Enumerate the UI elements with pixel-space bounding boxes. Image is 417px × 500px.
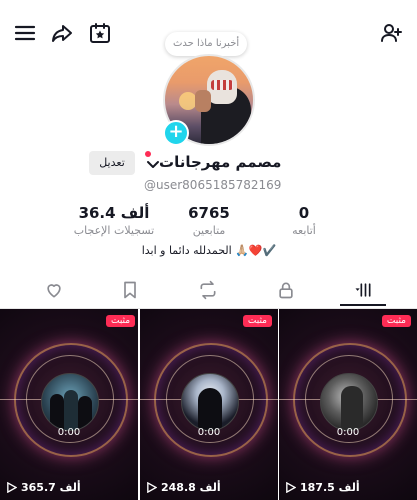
tab-private[interactable] xyxy=(256,274,316,306)
content-tabs xyxy=(0,274,417,309)
likes-heart-icon xyxy=(47,284,61,298)
grid-videos-icon xyxy=(355,283,371,297)
add-user-icon[interactable] xyxy=(377,19,405,47)
edit-profile-button[interactable]: تعديل xyxy=(89,151,135,175)
tab-reposts[interactable] xyxy=(178,274,238,306)
avatar-container[interactable]: + xyxy=(163,54,255,146)
video-time: 0:00 xyxy=(197,427,221,438)
avatar-figure-head xyxy=(207,70,237,104)
play-icon xyxy=(286,482,296,493)
following-count: 0 xyxy=(298,204,310,222)
view-count: 248.8 ألف xyxy=(146,481,221,494)
avatar-figure-hand xyxy=(195,90,211,112)
following-label: أتابعه xyxy=(292,224,316,237)
video-grid: 0:00 365.7 ألف 0:00 مثبت 248.8 ألف 0:00 … xyxy=(0,309,417,500)
video-tile[interactable]: 0:00 مثبت 187.5 ألف xyxy=(279,309,417,500)
likes-count: 36.4 ألف xyxy=(78,204,150,222)
followers-count: 6765 xyxy=(188,204,230,222)
view-count-text: 187.5 ألف xyxy=(300,481,360,494)
likes-label: تسجيلات الإعجاب xyxy=(73,224,155,237)
repost-icon xyxy=(200,280,216,300)
lock-icon xyxy=(279,282,293,299)
stat-followers[interactable]: 6765 متابعين xyxy=(178,204,240,237)
name-row: تعديل مصمم مهرجانات xyxy=(0,151,417,177)
calendar-star-icon[interactable] xyxy=(86,19,114,47)
video-thumbnail xyxy=(41,373,99,431)
username: @user8065185782169 xyxy=(144,178,282,192)
bookmark-icon xyxy=(124,281,136,299)
video-tile[interactable]: 0:00 مثبت 248.8 ألف xyxy=(140,309,278,500)
share-icon[interactable] xyxy=(48,19,76,47)
add-avatar-button[interactable]: + xyxy=(163,120,189,146)
pinned-badge: مثبت xyxy=(242,315,272,327)
tab-liked[interactable] xyxy=(24,274,84,306)
view-count-text: 248.8 ألف xyxy=(161,481,221,494)
followers-label: متابعين xyxy=(192,224,226,237)
note-bubble[interactable]: أخبرنا ماذا حدث xyxy=(165,32,248,56)
chevron-down-icon[interactable] xyxy=(146,157,160,171)
video-time: 0:00 xyxy=(57,427,81,438)
tab-videos[interactable] xyxy=(333,274,393,306)
stat-following[interactable]: 0 أتابعه xyxy=(278,204,330,237)
view-count-text: 365.7 ألف xyxy=(21,481,81,494)
view-count: 365.7 ألف xyxy=(6,481,81,494)
video-thumbnail xyxy=(181,373,239,431)
pinned-badge: مثبت xyxy=(106,315,136,327)
menu-icon[interactable] xyxy=(11,19,39,47)
video-time: 0:00 xyxy=(336,427,360,438)
tab-favorites[interactable] xyxy=(100,274,160,306)
play-icon xyxy=(147,482,157,493)
active-tab-indicator xyxy=(340,304,386,306)
bio-text: الحمدلله دائما و ابدا 🙏🏼❤️✔️ xyxy=(141,244,277,257)
stat-likes[interactable]: 36.4 ألف تسجيلات الإعجاب xyxy=(66,204,162,237)
view-count: 187.5 ألف xyxy=(285,481,360,494)
pinned-badge: مثبت xyxy=(381,315,411,327)
profile-name: مصمم مهرجانات xyxy=(159,153,282,171)
play-icon xyxy=(7,482,17,493)
video-thumbnail xyxy=(320,373,378,431)
video-tile[interactable]: 0:00 365.7 ألف xyxy=(0,309,138,500)
